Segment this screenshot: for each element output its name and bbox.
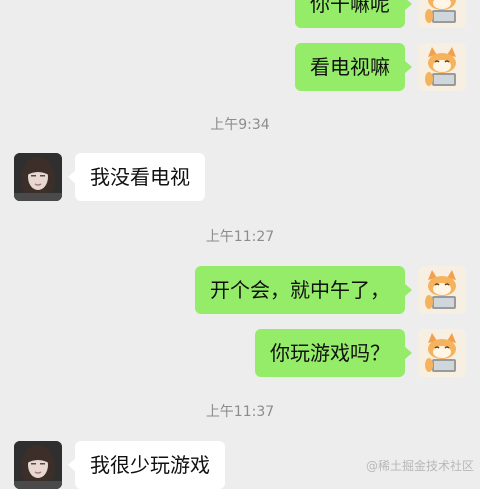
timestamp: 上午11:27 (205, 229, 275, 245)
message-bubble-self[interactable]: 看电视嘛 (295, 43, 412, 91)
chat-message-list[interactable]: 你干嘛呢 看电视嘛 上午9:34 我没看电视 上午11:27 开个会，就中午了，… (0, 0, 480, 489)
message-row-self: 你干嘛呢 (0, 0, 480, 28)
cat-avatar[interactable] (418, 329, 466, 377)
girl-avatar[interactable] (14, 441, 62, 489)
message-bubble-self[interactable]: 你玩游戏吗？ (255, 329, 412, 377)
cat-avatar[interactable] (418, 43, 466, 91)
message-bubble-self[interactable]: 你干嘛呢 (295, 0, 412, 28)
cat-icon (418, 43, 466, 91)
cat-avatar[interactable] (418, 0, 466, 28)
timestamp: 上午9:34 (210, 117, 270, 133)
girl-avatar[interactable] (14, 153, 62, 201)
message-row-other: 我没看电视 (0, 153, 480, 201)
cat-icon (418, 329, 466, 377)
cat-avatar[interactable] (418, 266, 466, 314)
cat-icon (418, 266, 466, 314)
cat-icon (418, 0, 466, 28)
message-row-self: 你玩游戏吗？ (0, 329, 480, 377)
message-row-self: 看电视嘛 (0, 43, 480, 91)
girl-photo-icon (14, 441, 62, 489)
girl-photo-icon (14, 153, 62, 201)
message-row-self: 开个会，就中午了， (0, 266, 480, 314)
message-bubble-other[interactable]: 我没看电视 (68, 153, 205, 201)
watermark: @稀土掘金技术社区 (365, 459, 474, 473)
message-bubble-self[interactable]: 开个会，就中午了， (195, 266, 412, 314)
timestamp: 上午11:37 (205, 404, 275, 420)
message-bubble-other[interactable]: 我很少玩游戏 (68, 441, 225, 489)
